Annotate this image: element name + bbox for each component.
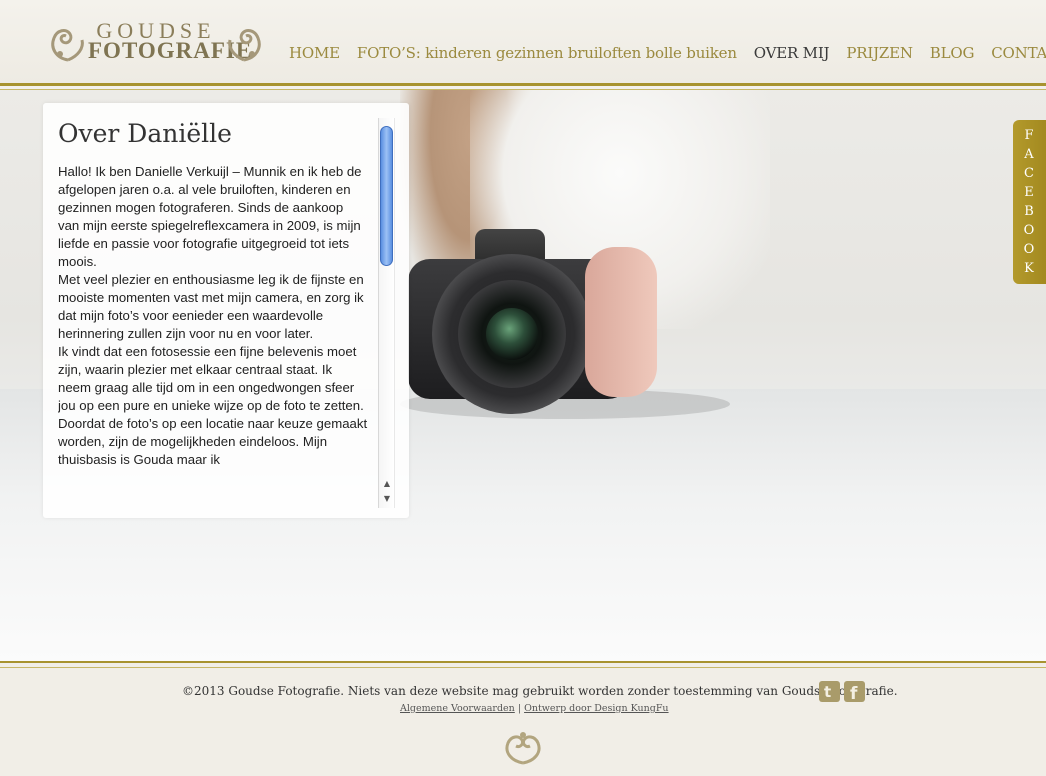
design-credit-link[interactable]: Ontwerp door Design KungFu: [524, 703, 669, 714]
scroll-down-icon[interactable]: ▼: [381, 493, 393, 505]
copyright-text: ©2013 Goudse Fotografie. Niets van deze …: [182, 684, 898, 698]
facebook-tab-letter: C: [1024, 166, 1035, 181]
facebook-tab-letter: K: [1024, 261, 1035, 276]
logo-line-2: FOTOGRAFIE: [88, 38, 253, 63]
facebook-tab-letter: O: [1023, 223, 1036, 238]
main-nav: HOME FOTO’S: kinderen gezinnen bruilofte…: [289, 44, 1046, 66]
about-paragraph: Hallo! Ik ben Danielle Verkuijl – Munnik…: [58, 164, 362, 269]
site-header: GOUDSE FOTOGRAFIE HOME FOTO’S: kinderen …: [0, 0, 1046, 90]
nav-home[interactable]: HOME: [289, 44, 340, 66]
footer-links: Algemene Voorwaarden | Ontwerp door Desi…: [400, 703, 669, 714]
twitter-icon[interactable]: t: [819, 681, 840, 702]
ornament-icon: [505, 732, 541, 765]
about-panel: Over Daniëlle Hallo! Ik ben Danielle Ver…: [43, 103, 409, 518]
svg-text:f: f: [850, 684, 858, 702]
scroll-up-icon[interactable]: ▲: [381, 478, 393, 490]
facebook-side-tab[interactable]: F A C E B O O K: [1013, 120, 1046, 284]
text-scrollbar[interactable]: ▲ ▼: [378, 118, 395, 508]
about-paragraph: Ik vindt dat een fotosessie een fijne be…: [58, 344, 364, 413]
about-paragraph: Doordat de foto’s op een locatie naar ke…: [58, 416, 368, 467]
ornament-icon: [228, 29, 261, 62]
nav-contact[interactable]: CONTACT: [991, 44, 1046, 66]
facebook-tab-letter: E: [1024, 185, 1035, 200]
facebook-tab-letter: A: [1024, 147, 1035, 162]
svg-text:t: t: [824, 683, 831, 701]
nav-blog[interactable]: BLOG: [930, 44, 975, 66]
scrollbar-thumb[interactable]: [380, 126, 393, 266]
page-title: Over Daniëlle: [58, 119, 232, 148]
facebook-tab-letter: F: [1024, 128, 1035, 143]
terms-link[interactable]: Algemene Voorwaarden: [400, 703, 515, 714]
nav-prijzen[interactable]: PRIJZEN: [846, 44, 913, 66]
facebook-icon[interactable]: f: [844, 681, 865, 702]
photo-hand: [585, 247, 657, 397]
camera-lens-inner: [486, 308, 538, 360]
facebook-tab-letter: O: [1023, 242, 1036, 257]
site-footer: ©2013 Goudse Fotografie. Niets van deze …: [0, 661, 1046, 776]
footer-separator: |: [517, 703, 522, 714]
ornament-icon: [51, 29, 84, 62]
about-text[interactable]: Hallo! Ik ben Danielle Verkuijl – Munnik…: [58, 163, 368, 508]
facebook-tab-letter: B: [1024, 204, 1035, 219]
about-paragraph: Met veel plezier en enthousiasme leg ik …: [58, 272, 364, 341]
site-logo[interactable]: GOUDSE FOTOGRAFIE: [48, 18, 263, 68]
nav-over-mij[interactable]: OVER MIJ: [754, 44, 830, 66]
nav-fotos[interactable]: FOTO’S: kinderen gezinnen bruiloften bol…: [357, 44, 737, 66]
